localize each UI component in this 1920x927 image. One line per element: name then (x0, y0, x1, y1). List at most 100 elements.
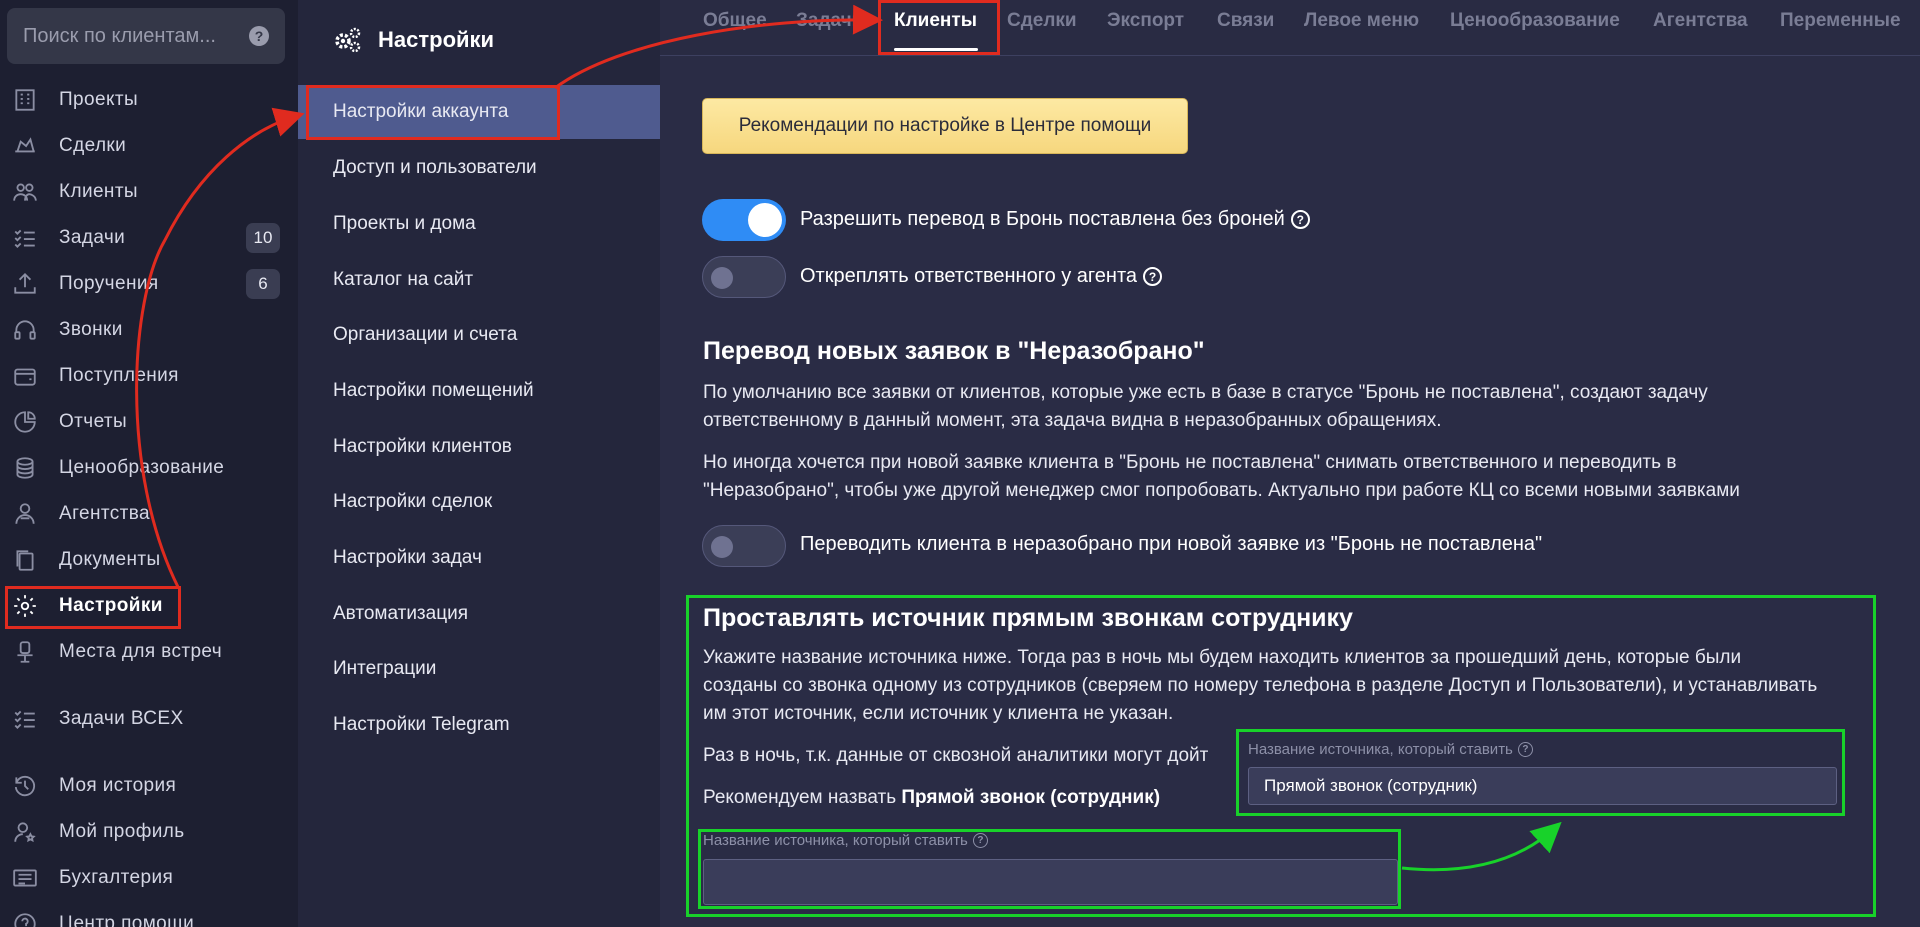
sidebar-item-payments[interactable]: Поступления (0, 353, 298, 399)
toggle-allow-transfer[interactable] (702, 199, 786, 241)
tasks-icon (10, 223, 40, 253)
section-unsorted-p1a: По умолчанию все заявки от клиентов, кот… (703, 382, 1708, 403)
highlight-clients-tab (878, 0, 1000, 55)
sidebar-item-tasks[interactable]: Задачи 10 (0, 215, 298, 261)
question-icon[interactable]: ? (1290, 210, 1310, 229)
tab-tasks[interactable]: Задачи (796, 10, 863, 32)
section-unsorted-p2b: "Неразобрано", чтобы уже другой менеджер… (703, 480, 1740, 501)
section-source-p3: Рекомендуем назвать Прямой звонок (сотру… (703, 784, 1160, 812)
settings-item-integrations[interactable]: Интеграции (298, 642, 660, 696)
wallet-icon (10, 361, 40, 391)
tab-connections[interactable]: Связи (1217, 10, 1274, 32)
building-icon (10, 85, 40, 115)
recommend-name: Прямой звонок (сотрудник) (901, 787, 1161, 808)
sidebar-item-profile[interactable]: Мой профиль (0, 809, 298, 855)
sidebar-item-label: Места для встреч (59, 641, 223, 662)
section-source-p1a: Укажите название источника ниже. Тогда р… (703, 647, 1742, 668)
source-field-label: Название источника, который ставить? (703, 832, 988, 849)
help-icon[interactable]: ? (249, 26, 269, 46)
headset-icon (10, 315, 40, 345)
section-source-p1b: созданы со звонка одному из сотрудников … (703, 675, 1818, 696)
toggle-label-text: Разрешить перевод в Бронь поставлена без… (800, 208, 1285, 230)
toggle-knob (748, 203, 782, 237)
settings-item-clients[interactable]: Настройки клиентов (298, 420, 660, 474)
settings-item-telegram[interactable]: Настройки Telegram (298, 698, 660, 752)
sidebar-item-label: Агентства (59, 503, 150, 524)
settings-item-organizations[interactable]: Организации и счета (298, 308, 660, 362)
sidebar-item-label: Задачи ВСЕХ (59, 708, 184, 729)
sidebar-item-calls[interactable]: Звонки (0, 307, 298, 353)
settings-item-access[interactable]: Доступ и пользователи (298, 141, 660, 195)
toggle-knob (711, 536, 733, 558)
question-icon[interactable]: ? (972, 833, 988, 848)
sidebar-item-agencies[interactable]: Агентства (0, 491, 298, 537)
sidebar-item-label: Моя история (59, 775, 177, 796)
tab-variables[interactable]: Переменные (1780, 10, 1901, 32)
settings-item-deals[interactable]: Настройки сделок (298, 475, 660, 529)
settings-item-catalog[interactable]: Каталог на сайт (298, 253, 660, 307)
history-icon (10, 771, 40, 801)
settings-header: Настройки (298, 0, 660, 80)
sidebar-item-assignments[interactable]: Поручения 6 (0, 261, 298, 307)
main-sidebar: Поиск по клиентам... ? Проекты Сделки Кл… (0, 0, 298, 927)
highlight-account-settings (306, 85, 560, 140)
sidebar-item-label: Проекты (59, 89, 139, 110)
settings-item-automation[interactable]: Автоматизация (298, 587, 660, 641)
sidebar-item-label: Задачи (59, 227, 126, 248)
question-icon[interactable]: ? (1143, 267, 1163, 286)
source-name-input[interactable] (703, 859, 1398, 905)
sidebar-item-history[interactable]: Моя история (0, 763, 298, 809)
settings-title: Настройки (378, 27, 495, 52)
search-input[interactable]: Поиск по клиентам... ? (7, 8, 285, 64)
tab-general[interactable]: Общее (703, 10, 767, 32)
tab-deals[interactable]: Сделки (1007, 10, 1077, 32)
source-field-label-text: Название источника, который ставить (703, 832, 968, 849)
settings-item-projects[interactable]: Проекты и дома (298, 197, 660, 251)
sidebar-item-label: Документы (59, 549, 161, 570)
section-unsorted-title: Перевод новых заявок в "Неразобрано" (703, 337, 1205, 365)
popup-field-label-text: Название источника, который ставить (1248, 741, 1513, 758)
sidebar-item-label: Сделки (59, 135, 127, 156)
tab-export[interactable]: Экспорт (1107, 10, 1184, 32)
toggle-allow-transfer-label: Разрешить перевод в Бронь поставлена без… (800, 208, 1310, 231)
toggle-knob (711, 267, 733, 289)
tab-agencies[interactable]: Агентства (1653, 10, 1748, 32)
sidebar-item-deals[interactable]: Сделки (0, 123, 298, 169)
help-center-banner[interactable]: Рекомендации по настройке в Центре помощ… (702, 98, 1188, 154)
section-source-p2: Раз в ночь, т.к. данные от сквозной анал… (703, 745, 1209, 766)
sidebar-item-label: Центр помощи (59, 913, 195, 927)
toggle-detach-agent[interactable] (702, 256, 786, 298)
sidebar-item-label: Отчеты (59, 411, 128, 432)
sidebar-item-accounting[interactable]: Бухгалтерия (0, 855, 298, 901)
sidebar-item-meeting-places[interactable]: Места для встреч (0, 629, 298, 675)
toggle-label-text: Открeплять ответственного у агента (800, 265, 1138, 287)
sidebar-item-clients[interactable]: Клиенты (0, 169, 298, 215)
profile-icon (10, 817, 40, 847)
tasks-count-badge: 10 (246, 223, 280, 253)
sidebar-item-label: Клиенты (59, 181, 138, 202)
sidebar-item-label: Поступления (59, 365, 179, 386)
sidebar-item-all-tasks[interactable]: Задачи ВСЕХ (0, 696, 298, 742)
sidebar-item-label: Мой профиль (59, 821, 185, 842)
sidebar-item-reports[interactable]: Отчеты (0, 399, 298, 445)
documents-icon (10, 545, 40, 575)
tab-left-menu[interactable]: Левое меню (1304, 10, 1419, 32)
upload-icon (10, 269, 40, 299)
toggle-move-unsorted-label: Переводить клиента в неразобрано при нов… (800, 533, 1543, 555)
assignments-count-badge: 6 (246, 269, 280, 299)
toggle-move-unsorted[interactable] (702, 525, 786, 567)
popup-field-label: Название источника, который ставить? (1248, 741, 1533, 758)
sidebar-item-pricing[interactable]: Ценообразование (0, 445, 298, 491)
sidebar-item-documents[interactable]: Документы (0, 537, 298, 583)
sidebar-item-help-center[interactable]: Центр помощи (0, 901, 298, 927)
recommend-prefix: Рекомендуем назвать (703, 787, 902, 808)
section-unsorted-p2a: Но иногда хочется при новой заявке клиен… (703, 452, 1677, 473)
section-unsorted-p1b: ответственному в данный момент, эта зада… (703, 410, 1442, 431)
popup-source-input: Прямой звонок (сотрудник) (1248, 767, 1837, 805)
section-source-p1c: им этот источник, если источник у клиент… (703, 703, 1174, 724)
settings-item-premises[interactable]: Настройки помещений (298, 364, 660, 418)
tab-pricing[interactable]: Ценообразование (1450, 10, 1620, 32)
tasks-all-icon (10, 704, 40, 734)
sidebar-item-projects[interactable]: Проекты (0, 77, 298, 123)
settings-item-tasks[interactable]: Настройки задач (298, 531, 660, 585)
